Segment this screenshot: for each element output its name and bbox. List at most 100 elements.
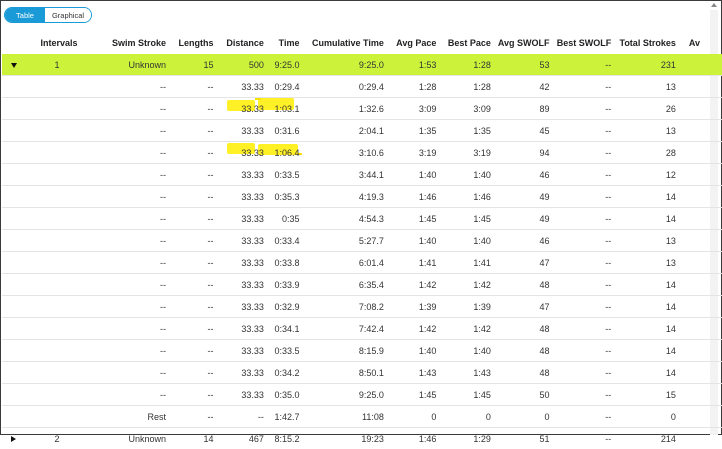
best-swolf: -- (550, 98, 612, 120)
swim-stroke: -- (78, 296, 166, 318)
distance: 33.33 (214, 318, 264, 340)
swim-stroke: -- (78, 274, 166, 296)
avg-swolf: 46 (491, 164, 550, 186)
best-pace: 1:45 (436, 384, 491, 406)
best-swolf: -- (550, 208, 612, 230)
length-row: ----33.330:34.28:50.11:431:4348--14 (2, 362, 722, 384)
cumulative-time: 11:08 (299, 406, 383, 428)
avg-swolf: 48 (491, 318, 550, 340)
best-pace: 1:42 (436, 274, 491, 296)
length-row: ----33.331:03.11:32.63:093:0989--26 (2, 98, 722, 120)
swim-stroke: -- (78, 230, 166, 252)
best-pace: 3:19 (436, 142, 491, 164)
cumulative-time: 8:50.1 (299, 362, 383, 384)
best-swolf: -- (550, 318, 612, 340)
col-avg-pace[interactable]: Avg Pace (384, 32, 436, 54)
length-row: ----33.330:33.53:44.11:401:4046--12 (2, 164, 722, 186)
distance: 33.33 (214, 274, 264, 296)
best-pace: 1:35 (436, 120, 491, 142)
lengths: -- (166, 120, 213, 142)
best-swolf: -- (550, 274, 612, 296)
length-row: ----33.330:33.58:15.91:401:4048--14 (2, 340, 722, 362)
col-lengths[interactable]: Lengths (166, 32, 213, 54)
cumulative-time: 19:23 (299, 428, 383, 449)
col-avg-swolf[interactable]: Avg SWOLF (491, 32, 550, 54)
caret-right-icon[interactable] (11, 436, 16, 442)
time: 8:15.2 (264, 428, 300, 449)
distance: 33.33 (214, 98, 264, 120)
best-pace: 1:43 (436, 362, 491, 384)
col-cumulative-time[interactable]: Cumulative Time (299, 32, 383, 54)
lengths: -- (166, 164, 213, 186)
interval-row-1[interactable]: 1 Unknown 15 500 9:25.0 9:25.0 1:53 1:28… (2, 54, 722, 76)
cumulative-time: 3:44.1 (299, 164, 383, 186)
lengths: -- (166, 362, 213, 384)
distance: 33.33 (214, 340, 264, 362)
cumulative-time: 9:25.0 (299, 384, 383, 406)
swim-stroke: -- (78, 252, 166, 274)
best-pace: 3:09 (436, 98, 491, 120)
col-best-swolf[interactable]: Best SWOLF (550, 32, 612, 54)
distance: 33.33 (214, 230, 264, 252)
distance: 33.33 (214, 252, 264, 274)
total-strokes: 14 (611, 362, 676, 384)
interval-row-2[interactable]: 2Unknown144678:15.219:231:461:2951--214 (2, 428, 722, 449)
best-swolf: -- (550, 120, 612, 142)
best-swolf: -- (550, 406, 612, 428)
col-time[interactable]: Time (264, 32, 300, 54)
lengths: -- (166, 296, 213, 318)
lengths: -- (166, 230, 213, 252)
swim-stroke: -- (78, 98, 166, 120)
total-strokes: 14 (611, 340, 676, 362)
col-best-pace[interactable]: Best Pace (436, 32, 491, 54)
best-pace: 1:40 (436, 340, 491, 362)
cumulative-time: 1:32.6 (299, 98, 383, 120)
time: 0:35.3 (264, 186, 300, 208)
swim-stroke: -- (78, 142, 166, 164)
total-strokes: 0 (611, 406, 676, 428)
swim-stroke: Unknown (78, 428, 166, 449)
time: 1:03.1 (264, 98, 300, 120)
best-swolf: -- (550, 142, 612, 164)
lengths: -- (166, 76, 213, 98)
length-row: ----33.330:31.62:04.11:351:3545--13 (2, 120, 722, 142)
avg-pace: 1:53 (384, 54, 436, 76)
row-toggle[interactable] (2, 428, 25, 449)
caret-down-icon[interactable] (11, 63, 17, 68)
table-view-button[interactable]: Table (5, 8, 45, 22)
col-total-strokes[interactable]: Total Strokes (611, 32, 676, 54)
col-swim-stroke[interactable]: Swim Stroke (78, 32, 166, 54)
best-swolf: -- (550, 384, 612, 406)
avg-swolf: 51 (491, 428, 550, 449)
col-intervals[interactable]: Intervals (25, 32, 77, 54)
total-strokes: 15 (611, 384, 676, 406)
distance: 33.33 (214, 186, 264, 208)
view-toggle: Table Graphical (4, 7, 92, 23)
rest-row: Rest----1:42.711:08000--0 (2, 406, 722, 428)
graphical-view-button[interactable]: Graphical (45, 8, 91, 22)
avg-pace: 1:42 (384, 274, 436, 296)
distance: 33.33 (214, 142, 264, 164)
distance: 500 (214, 54, 264, 76)
distance: 467 (214, 428, 264, 449)
col-avg-truncated[interactable]: Av (676, 32, 722, 54)
time: 0:33.9 (264, 274, 300, 296)
avg-swolf: 47 (491, 252, 550, 274)
length-row: ----33.331:06.43:10.63:193:1994--28 (2, 142, 722, 164)
time: 0:35 (264, 208, 300, 230)
scroll-up-arrow-icon[interactable] (711, 3, 717, 7)
time: 0:33.4 (264, 230, 300, 252)
avg-swolf: 48 (491, 274, 550, 296)
col-distance[interactable]: Distance (214, 32, 264, 54)
length-row: ----33.330:33.86:01.41:411:4147--13 (2, 252, 722, 274)
swim-stroke: -- (78, 208, 166, 230)
length-row: ----33.330:354:54.31:451:4549--14 (2, 208, 722, 230)
avg-swolf: 46 (491, 230, 550, 252)
best-pace: 1:46 (436, 186, 491, 208)
total-strokes: 14 (611, 296, 676, 318)
row-toggle[interactable] (2, 54, 25, 76)
time: 1:06.4 (264, 142, 300, 164)
best-swolf: -- (550, 428, 612, 449)
best-pace: 1:28 (436, 54, 491, 76)
best-pace: 1:28 (436, 76, 491, 98)
